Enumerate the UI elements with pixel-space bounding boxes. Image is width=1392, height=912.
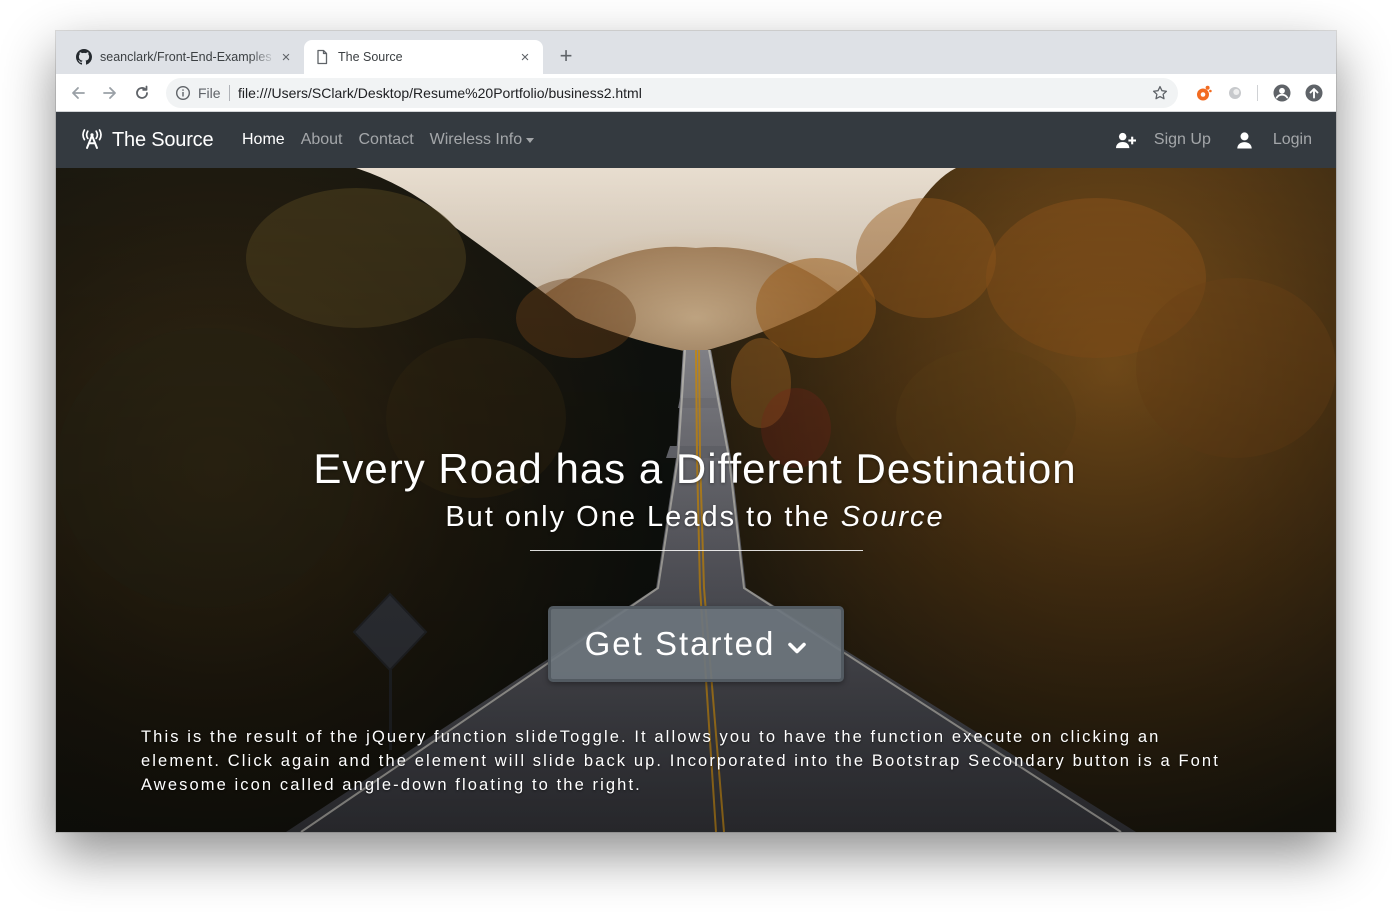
address-bar[interactable]: File file:///Users/SClark/Desktop/Resume… <box>166 78 1178 108</box>
github-icon <box>76 49 92 65</box>
info-icon[interactable] <box>175 85 191 101</box>
user-icon[interactable] <box>1235 131 1255 149</box>
hero-subtitle: But only One Leads to the Source <box>56 501 1334 534</box>
tab-strip: seanclark/Front-End-Examples × The Sourc… <box>56 31 1336 74</box>
account-circle-icon <box>1273 84 1291 102</box>
hero-title: Every Road has a Different Destination <box>313 445 1077 492</box>
hero-divider <box>530 550 863 551</box>
angle-down-icon <box>788 642 807 654</box>
profile-button[interactable] <box>1269 80 1295 106</box>
hero-subtitle-emphasis: Source <box>840 501 945 533</box>
new-tab-button[interactable]: + <box>553 43 579 69</box>
nav-wireless-info-dropdown[interactable]: Wireless Info <box>429 131 535 149</box>
toolbar-separator <box>1257 85 1258 101</box>
bookmark-star-icon[interactable] <box>1150 83 1170 103</box>
user-plus-icon[interactable] <box>1115 131 1136 149</box>
extension-button-2[interactable] <box>1222 80 1248 106</box>
reload-icon <box>136 85 148 99</box>
navbar-account-links: Sign Up Login <box>1115 112 1312 168</box>
site-navbar: The Source Home About Contact Wireless I… <box>56 112 1336 168</box>
browser-window: seanclark/Front-End-Examples × The Sourc… <box>56 31 1336 832</box>
nav-contact-link[interactable]: Contact <box>359 131 414 149</box>
extension-icon <box>1197 85 1212 101</box>
browser-toolbar: File file:///Users/SClark/Desktop/Resume… <box>56 74 1336 112</box>
navbar-links: Home About Contact Wireless Info <box>242 112 550 168</box>
hero-section: Every Road has a Different Destination B… <box>56 168 1336 832</box>
hero-subtitle-text: But only One Leads to the <box>445 501 841 533</box>
arrow-left-icon <box>72 87 85 99</box>
url-separator <box>229 85 230 101</box>
arrow-up-circle-icon <box>1305 84 1323 102</box>
forward-button[interactable] <box>97 80 123 106</box>
get-started-button[interactable]: Get Started <box>548 606 844 682</box>
extension-icon <box>1229 87 1241 99</box>
url-text[interactable]: file:///Users/SClark/Desktop/Resume%20Po… <box>238 85 642 101</box>
back-button[interactable] <box>65 80 91 106</box>
caret-down-icon <box>526 138 535 143</box>
extension-button-1[interactable] <box>1191 80 1217 106</box>
nav-home-link[interactable]: Home <box>242 131 285 149</box>
nav-about-link[interactable]: About <box>301 131 343 149</box>
tab-title: The Source <box>338 50 403 64</box>
hero-description: This is the result of the jQuery functio… <box>141 728 1220 794</box>
arrow-right-icon <box>103 87 116 99</box>
tab-close-icon[interactable]: × <box>515 47 535 67</box>
broadcast-tower-icon <box>82 129 102 149</box>
nav-wireless-info-label: Wireless Info <box>429 131 523 148</box>
page-viewport: The Source Home About Contact Wireless I… <box>56 112 1336 832</box>
get-started-label: Get Started <box>584 625 776 662</box>
tab-close-icon[interactable]: × <box>276 47 296 67</box>
update-button[interactable] <box>1301 80 1327 106</box>
tab-github[interactable]: seanclark/Front-End-Examples × <box>66 40 304 74</box>
reload-button[interactable] <box>129 80 155 106</box>
login-link[interactable]: Login <box>1273 131 1312 149</box>
tab-title: seanclark/Front-End-Examples <box>100 50 272 64</box>
sign-up-link[interactable]: Sign Up <box>1154 131 1211 149</box>
page-icon <box>317 49 328 65</box>
brand-name: The Source <box>112 128 214 151</box>
navbar-brand[interactable]: The Source <box>81 112 214 168</box>
tab-the-source[interactable]: The Source × <box>304 40 543 74</box>
url-scheme-label: File <box>198 85 221 101</box>
